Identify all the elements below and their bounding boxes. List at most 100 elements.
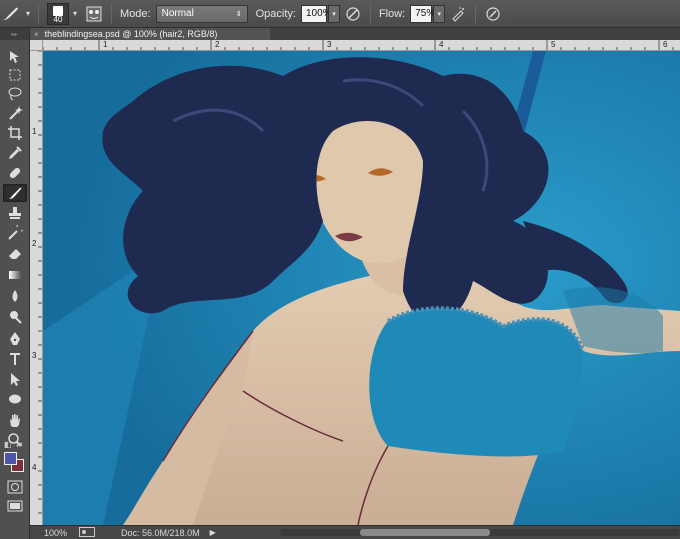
hand-icon: [10, 414, 20, 427]
scrollbar-thumb[interactable]: [360, 529, 490, 536]
type-tool[interactable]: [3, 350, 27, 368]
pressure-size-icon: [486, 6, 500, 21]
close-icon[interactable]: ×: [34, 30, 39, 39]
blur-tool[interactable]: [3, 287, 27, 305]
panel-grip[interactable]: ▸▸: [0, 28, 29, 40]
document-tab-title: theblindingsea.psd @ 100% (hair2, RGB/8): [44, 29, 218, 39]
mode-label: Mode:: [120, 7, 151, 20]
airbrush-button[interactable]: [448, 4, 468, 24]
magic-wand-tool[interactable]: [3, 104, 27, 122]
shape-tool[interactable]: [3, 390, 27, 408]
eraser-icon: [9, 249, 21, 259]
screen-mode-icon: [7, 500, 23, 512]
opacity-field[interactable]: 100%: [300, 4, 332, 23]
vertical-ruler[interactable]: 1 2 3 4: [30, 51, 43, 525]
tools-panel: ▸▸ ◧ ⇄: [0, 28, 30, 539]
ruler-ticks: [38, 51, 42, 514]
chevron-down-icon[interactable]: ▾: [73, 9, 77, 18]
ruler-label: 1: [103, 40, 108, 49]
healing-brush-tool[interactable]: [3, 164, 27, 182]
tablet-pressure-opacity-button[interactable]: [343, 4, 363, 24]
ruler-label: 4: [439, 40, 444, 49]
artwork: [43, 51, 680, 525]
path-select-icon: [11, 373, 20, 386]
document-size[interactable]: Doc: 56.0M/218.0M: [121, 528, 200, 538]
brush-panel-toggle[interactable]: [84, 4, 104, 24]
document-tab-bar: × theblindingsea.psd @ 100% (hair2, RGB/…: [30, 28, 680, 40]
ruler-ticks: [43, 40, 674, 50]
timeline-icon-svg: [79, 526, 96, 537]
flow-slider-button[interactable]: ▾: [433, 4, 446, 23]
brush-size-picker[interactable]: 40: [47, 2, 69, 25]
gradient-icon: [9, 271, 21, 279]
clone-stamp-tool[interactable]: [3, 204, 27, 222]
dodge-tool[interactable]: [3, 308, 27, 326]
ruler-label: 5: [551, 40, 556, 49]
brush-icon: [2, 7, 18, 20]
options-bar: ▾ 40 ▾ Mode: Normal ⇕ Opacity: 100% ▾ Fl…: [0, 0, 680, 28]
flow-field[interactable]: 75%: [410, 4, 435, 23]
crop-tool[interactable]: [3, 124, 27, 142]
document-tab[interactable]: × theblindingsea.psd @ 100% (hair2, RGB/…: [30, 28, 270, 40]
tablet-pressure-size-button[interactable]: [483, 4, 503, 24]
brush-icon: [9, 187, 22, 199]
figure-top: [369, 308, 583, 457]
ruler-label: 6: [663, 40, 668, 49]
tool-preset-picker[interactable]: ▾: [0, 0, 34, 28]
status-menu-arrow-icon[interactable]: ▶: [210, 528, 216, 537]
default-colors-icon[interactable]: ◧: [4, 440, 12, 449]
divider: [475, 3, 477, 24]
hand-tool[interactable]: [3, 411, 27, 429]
pen-tool[interactable]: [3, 330, 27, 348]
screen-mode-button[interactable]: [3, 498, 27, 516]
ellipse-icon: [9, 394, 21, 404]
divider: [38, 3, 39, 24]
lasso-icon: [8, 87, 22, 101]
horizontal-scrollbar[interactable]: [280, 529, 680, 536]
opacity-slider-button[interactable]: ▾: [327, 4, 340, 23]
marquee-tool[interactable]: [3, 66, 27, 84]
brush-size-value: 40: [53, 14, 63, 24]
stamp-icon: [9, 207, 21, 219]
eraser-tool[interactable]: [3, 244, 27, 262]
timeline-icon[interactable]: [79, 526, 96, 539]
updown-icon: ⇕: [235, 10, 242, 18]
move-tool[interactable]: [3, 48, 27, 66]
history-brush-icon: [8, 225, 23, 240]
ruler-label: 1: [32, 127, 37, 136]
ruler-label: 2: [215, 40, 220, 49]
document-canvas[interactable]: [43, 51, 680, 525]
foreground-color-swatch[interactable]: [4, 452, 17, 465]
history-brush-tool[interactable]: [3, 224, 27, 242]
gradient-tool[interactable]: [3, 266, 27, 284]
healing-brush-icon: [9, 167, 21, 179]
brush-tool[interactable]: [3, 184, 27, 202]
swap-colors-icon[interactable]: ⇄: [16, 440, 23, 449]
blend-mode-select[interactable]: Normal ⇕: [155, 4, 248, 23]
lasso-tool[interactable]: [3, 85, 27, 103]
ruler-label: 4: [32, 463, 37, 472]
eyedropper-tool[interactable]: [3, 144, 27, 162]
zoom-level[interactable]: 100%: [44, 528, 67, 538]
ruler-origin[interactable]: [30, 40, 43, 51]
move-icon: [10, 51, 19, 63]
quick-mask-icon: [7, 480, 23, 494]
pressure-icon: [346, 6, 360, 21]
quick-mask-button[interactable]: [3, 478, 27, 496]
divider: [111, 3, 113, 24]
ruler-label: 3: [32, 351, 37, 360]
dodge-icon: [10, 311, 22, 324]
blend-mode-value: Normal: [161, 8, 194, 19]
path-selection-tool[interactable]: [3, 370, 27, 388]
chevron-down-icon: ▾: [25, 9, 30, 18]
status-bar: 100% Doc: 56.0M/218.0M ▶: [30, 525, 680, 539]
type-icon: [10, 353, 20, 365]
pen-icon: [10, 332, 20, 345]
horizontal-ruler[interactable]: 1 2 3 4 5 6: [43, 40, 680, 51]
crop-icon: [8, 126, 22, 140]
marquee-icon: [9, 69, 21, 81]
ruler-label: 2: [32, 239, 37, 248]
ruler-label: 3: [327, 40, 332, 49]
flow-label: Flow:: [378, 7, 406, 20]
divider: [369, 3, 371, 24]
